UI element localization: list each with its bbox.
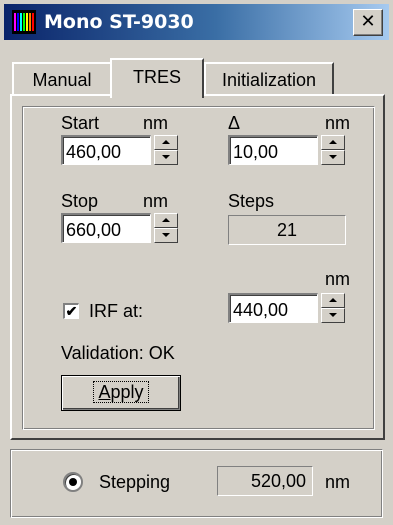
irf-spinner[interactable] (321, 293, 345, 323)
spectrum-icon (12, 10, 36, 34)
tres-group: Start nm 460,00 Δ nm 10,00 Stop nm 660,0… (22, 106, 375, 430)
stepping-radio[interactable] (63, 472, 83, 492)
tab-tres[interactable]: TRES (110, 58, 204, 98)
start-input[interactable]: 460,00 (61, 135, 151, 165)
spin-up-icon[interactable] (321, 293, 345, 308)
window-title: Mono ST-9030 (44, 11, 194, 33)
dialog-window: Mono ST-9030 ✕ Manual TRES Initializatio… (0, 0, 393, 525)
close-icon[interactable]: ✕ (353, 9, 383, 36)
irf-input[interactable]: 440,00 (228, 293, 318, 323)
delta-unit: nm (325, 113, 351, 133)
spin-up-icon[interactable] (154, 135, 178, 150)
steps-label: Steps (228, 191, 275, 211)
apply-button-label: Apply (93, 381, 149, 403)
stepping-unit: nm (325, 472, 351, 492)
spin-up-icon[interactable] (321, 135, 345, 150)
stepping-label: Stepping (99, 472, 171, 492)
title-bar[interactable]: Mono ST-9030 ✕ (4, 4, 389, 40)
irf-unit: nm (325, 269, 351, 289)
irf-label: IRF at: (89, 301, 144, 321)
stepping-panel: Stepping 520,00 nm (10, 449, 383, 518)
spin-down-icon[interactable] (321, 308, 345, 323)
tab-initialization[interactable]: Initialization (204, 62, 334, 96)
spin-up-icon[interactable] (154, 213, 178, 228)
steps-value: 21 (228, 215, 346, 245)
delta-input[interactable]: 10,00 (228, 135, 318, 165)
spin-down-icon[interactable] (321, 150, 345, 165)
apply-button[interactable]: Apply (61, 375, 181, 411)
irf-checkbox[interactable]: ✔ (63, 303, 79, 319)
tab-manual[interactable]: Manual (12, 62, 112, 96)
validation-status: Validation: OK (61, 343, 175, 363)
spin-down-icon[interactable] (154, 228, 178, 243)
stop-input[interactable]: 660,00 (61, 213, 151, 243)
start-spinner[interactable] (154, 135, 178, 165)
start-label: Start (61, 113, 100, 133)
delta-spinner[interactable] (321, 135, 345, 165)
stepping-value: 520,00 (217, 466, 313, 496)
spin-down-icon[interactable] (154, 150, 178, 165)
start-unit: nm (143, 113, 169, 133)
stop-label: Stop (61, 191, 99, 211)
stop-unit: nm (143, 191, 169, 211)
stop-spinner[interactable] (154, 213, 178, 243)
tres-tab-panel: Start nm 460,00 Δ nm 10,00 Stop nm 660,0… (10, 94, 385, 440)
delta-label: Δ (228, 113, 241, 133)
